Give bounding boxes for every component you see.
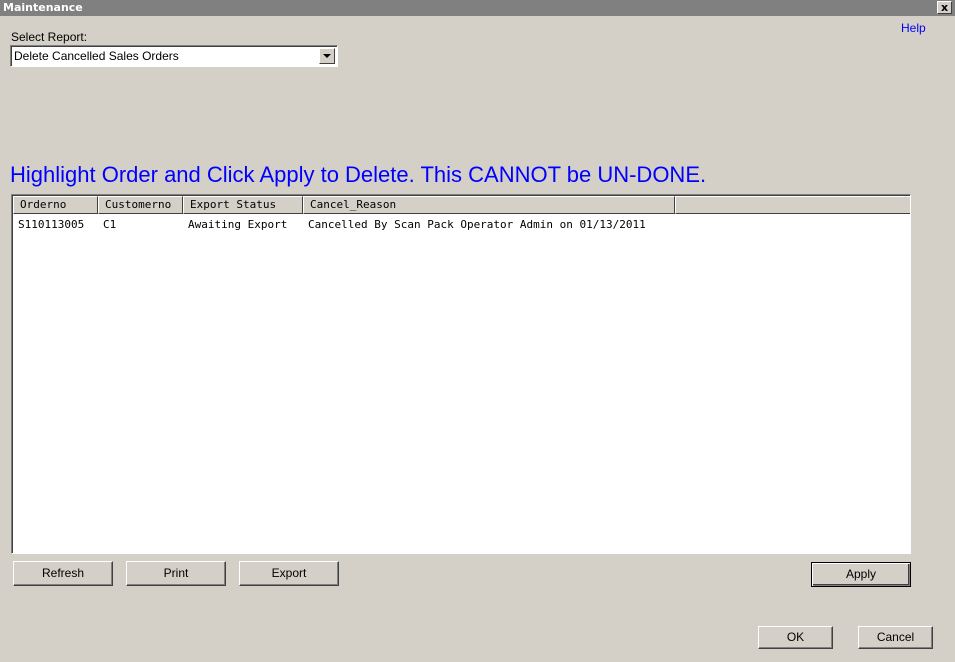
orders-table[interactable]: Orderno Customerno Export Status Cancel_… [11, 194, 911, 554]
close-icon: x [940, 1, 949, 14]
cancel-button[interactable]: Cancel [858, 626, 933, 649]
column-header-cancel-reason[interactable]: Cancel_Reason [303, 196, 675, 214]
refresh-button[interactable]: Refresh [13, 561, 113, 586]
instruction-heading: Highlight Order and Click Apply to Delet… [10, 162, 707, 187]
cell-cancel-reason: Cancelled By Scan Pack Operator Admin on… [308, 218, 646, 231]
column-header-orderno[interactable]: Orderno [13, 196, 98, 214]
cell-export-status: Awaiting Export [188, 218, 288, 231]
help-link[interactable]: Help [901, 21, 926, 35]
select-dropdown-button[interactable] [319, 48, 335, 64]
window-titlebar: Maintenance x [0, 0, 955, 16]
report-select-value: Delete Cancelled Sales Orders [14, 49, 179, 63]
report-select[interactable]: Delete Cancelled Sales Orders [10, 45, 338, 67]
column-header-filler [675, 196, 910, 214]
export-button[interactable]: Export [239, 561, 339, 586]
select-report-label: Select Report: [11, 30, 88, 44]
table-header: Orderno Customerno Export Status Cancel_… [13, 196, 910, 214]
column-header-customerno[interactable]: Customerno [98, 196, 183, 214]
ok-button[interactable]: OK [758, 626, 833, 649]
column-header-export-status[interactable]: Export Status [183, 196, 303, 214]
chevron-down-icon [323, 54, 331, 58]
close-button[interactable]: x [937, 1, 952, 14]
table-row[interactable]: S110113005 C1 Awaiting Export Cancelled … [13, 216, 910, 234]
cell-orderno: S110113005 [18, 218, 85, 231]
apply-button[interactable]: Apply [811, 562, 911, 587]
print-button[interactable]: Print [126, 561, 226, 586]
window-title: Maintenance [3, 1, 83, 14]
cell-customerno: C1 [103, 218, 117, 231]
